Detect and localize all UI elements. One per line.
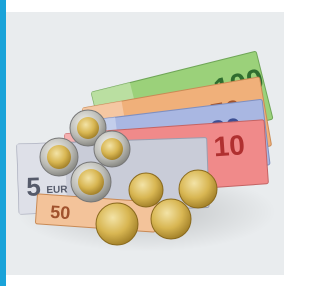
money-illustration: 100 50 20 10 <box>16 51 276 252</box>
coin-2 <box>39 137 79 177</box>
coin-7 <box>95 202 139 246</box>
svg-text:10: 10 <box>213 129 246 162</box>
money-photo: 100 50 20 10 <box>6 12 284 275</box>
coin-5 <box>128 172 164 208</box>
coin-8 <box>150 198 192 240</box>
svg-text:50: 50 <box>50 202 71 223</box>
coin-4 <box>70 161 112 203</box>
coin-3 <box>93 130 131 168</box>
coin-6 <box>178 169 218 209</box>
image-card: 100 50 20 10 <box>0 0 284 286</box>
